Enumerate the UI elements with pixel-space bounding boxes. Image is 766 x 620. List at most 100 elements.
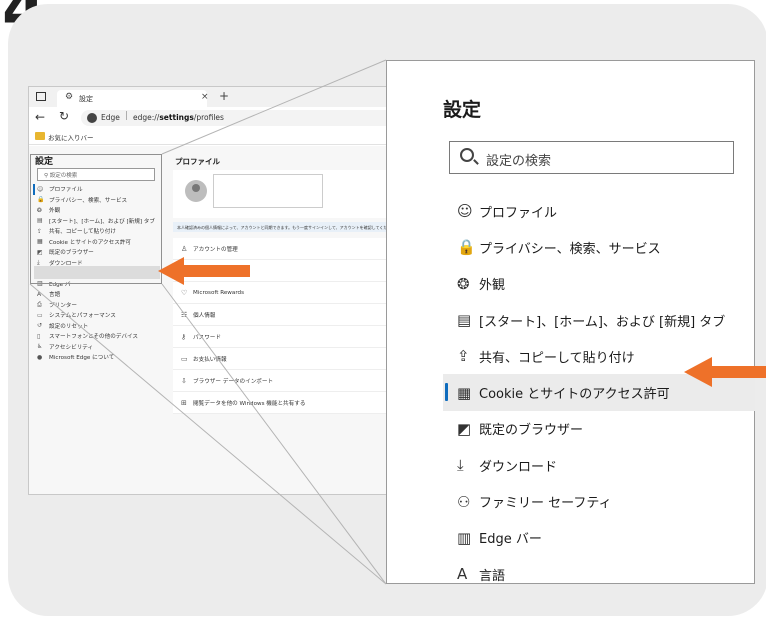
sidebar-item-label: システムとパフォーマンス <box>49 313 116 320</box>
reset-icon: ↺ <box>37 322 43 330</box>
zoom-sidebar-item-label: プロファイル <box>479 205 558 221</box>
url-edge-label: Edge <box>101 113 120 122</box>
profile-icon: ☺ <box>457 202 473 221</box>
profile-note: 本人確認済みの個人情報によって、アカウントと同期できます。もう一度サインインして… <box>173 222 389 232</box>
profile-option[interactable]: ♡ Microsoft Rewards <box>173 282 389 304</box>
zoomed-settings-panel: 設定 設定の検索 ☺ プロファイル 🔒 プライバシー、検索、サービス ❂ 外観 ▤ [スタート… <box>386 60 755 584</box>
tab-settings[interactable]: ⚙ 設定 × <box>57 90 209 107</box>
profile-option-label: Microsoft Rewards <box>193 289 244 296</box>
import-icon: ⇩ <box>181 376 187 385</box>
profile-option-label: パスワード <box>193 334 221 341</box>
profile-option[interactable]: ⇩ ブラウザー データのインポート <box>173 370 389 392</box>
refresh-icon[interactable]: ↻ <box>59 109 69 123</box>
sidebar-item[interactable]: ♿ アクセシビリティ <box>33 342 165 353</box>
sidebar-item-label: Microsoft Edge について <box>49 355 115 362</box>
profile-option[interactable]: ⚷ パスワード <box>173 326 389 348</box>
zoom-sidebar-item[interactable]: ⤓ ダウンロード <box>443 447 755 483</box>
url-text: edge://settings/profiles <box>133 113 224 122</box>
language-icon: A <box>457 565 468 584</box>
orange-arrow-large <box>684 357 766 387</box>
accessibility-icon: ♿ <box>37 343 43 351</box>
back-arrow-icon[interactable]: ← <box>35 110 45 124</box>
family-icon: ⚇ <box>457 492 471 511</box>
appearance-icon: ❂ <box>457 274 470 293</box>
zoom-sidebar-item[interactable]: ▥ Edge バー <box>443 520 755 556</box>
sidebar-item[interactable]: ⎙ プリンター <box>33 300 165 311</box>
zoom-sidebar-item[interactable]: ☺ プロファイル <box>443 193 755 229</box>
zoom-sidebar-item[interactable]: A 言語 <box>443 556 755 592</box>
sidebar-item[interactable]: A 言語 <box>33 289 165 300</box>
sidebar-item[interactable]: ▭ システムとパフォーマンス <box>33 310 165 321</box>
language-icon: A <box>37 290 42 298</box>
zoom-sidebar-item-label: 既定のブラウザー <box>479 423 584 439</box>
zoom-sidebar-item[interactable]: ⚇ ファミリー セーフティ <box>443 483 755 519</box>
page-title: プロファイル <box>175 157 220 166</box>
zoom-sidebar-item-label: ダウンロード <box>479 459 558 475</box>
start-tab-icon: ▤ <box>457 311 472 330</box>
profile-option-label: 閲覧データを他の Windows 機能と共有する <box>193 400 306 407</box>
browser-icon: ◩ <box>457 419 472 438</box>
favorites-bar: お気に入りバー <box>29 129 389 145</box>
zoom-sidebar-item[interactable]: ▤ [スタート]、[ホーム]、および [新規] タブ <box>443 302 755 338</box>
share-icon: ⇪ <box>457 347 470 366</box>
rewards-icon: ♡ <box>181 288 188 297</box>
profile-name-box <box>213 174 323 208</box>
zoom-sidebar-item-label: 共有、コピーして貼り付け <box>479 350 635 366</box>
avatar <box>185 180 207 202</box>
sidebar-item-label: スマートフォンとその他のデバイス <box>49 334 138 341</box>
zoom-search-input[interactable]: 設定の検索 <box>449 141 734 174</box>
profile-option-label: アカウントの管理 <box>193 246 238 253</box>
download-icon: ⤓ <box>457 456 464 475</box>
url-field[interactable]: Edge | edge://settings/profiles <box>81 110 389 126</box>
focus-rectangle <box>30 154 162 284</box>
edge-logo-icon: ● <box>37 353 43 361</box>
gear-icon: ⚙ <box>65 92 74 102</box>
zoom-sidebar-item[interactable]: ❂ 外観 <box>443 266 755 302</box>
zoom-sidebar-item[interactable]: ◩ 既定のブラウザー <box>443 411 755 447</box>
zoom-search-placeholder: 設定の検索 <box>486 154 552 169</box>
profile-option[interactable]: ☷ 個人情報 <box>173 304 389 326</box>
card-icon: ▭ <box>181 354 188 363</box>
close-icon[interactable]: × <box>201 92 209 102</box>
printer-icon: ⎙ <box>37 300 42 308</box>
zoom-sidebar-item-label: 外観 <box>479 278 506 294</box>
personal-info-icon: ☷ <box>181 310 188 319</box>
windows-icon: ⊞ <box>181 398 187 407</box>
zoom-settings-title: 設定 <box>443 99 482 121</box>
new-tab-icon[interactable]: + <box>219 89 229 103</box>
system-icon: ▭ <box>37 311 43 319</box>
sidebar-item-label: 設定のリセット <box>49 323 89 330</box>
folder-icon <box>35 132 45 140</box>
profile-card <box>173 170 389 218</box>
favorites-label[interactable]: お気に入りバー <box>48 132 94 142</box>
lock-icon: 🔒 <box>457 238 476 257</box>
tab-bar: ⚙ 設定 × + <box>29 87 389 107</box>
profile-option[interactable]: ▭ お支払い情報 <box>173 348 389 370</box>
zoom-sidebar-item[interactable]: 🔒 プライバシー、検索、サービス <box>443 229 755 265</box>
browser-window: ⚙ 設定 × + ← ↻ Edge | edge://settings/prof… <box>28 86 390 495</box>
profile-page: プロファイル 本人確認済みの個人情報によって、アカウントと同期できます。もう一度… <box>167 146 389 494</box>
zoom-sidebar-item-label: [スタート]、[ホーム]、および [新規] タブ <box>479 314 726 330</box>
zoom-sidebar-list: ☺ プロファイル 🔒 プライバシー、検索、サービス ❂ 外観 ▤ [スタート]、[ホーム]、お… <box>443 193 755 592</box>
edge-logo-icon <box>87 113 97 123</box>
profile-option[interactable]: ⊞ 閲覧データを他の Windows 機能と共有する <box>173 392 389 414</box>
zoom-sidebar-item-label: ファミリー セーフティ <box>479 496 612 512</box>
sidebar-item[interactable]: ↺ 設定のリセット <box>33 321 165 332</box>
profile-option-label: ブラウザー データのインポート <box>193 378 274 385</box>
key-icon: ⚷ <box>181 332 187 341</box>
url-separator: | <box>125 111 129 121</box>
search-icon <box>460 148 474 162</box>
window-menu-icon[interactable] <box>36 92 46 101</box>
cookie-icon: ▦ <box>457 383 472 402</box>
account-icon: ♙ <box>181 244 188 253</box>
tab-title: 設定 <box>79 95 93 103</box>
orange-arrow-small <box>158 257 250 285</box>
zoom-sidebar-item-label: 言語 <box>479 568 506 584</box>
sidebar-item-label: 言語 <box>49 292 61 299</box>
zoom-sidebar-item-label: プライバシー、検索、サービス <box>479 241 661 257</box>
edge-bar-icon: ▥ <box>457 528 472 547</box>
sidebar-item[interactable]: ▯ スマートフォンとその他のデバイス <box>33 331 165 342</box>
profile-option-label: 個人情報 <box>193 312 216 319</box>
zoom-sidebar-item-label: Edge バー <box>479 532 542 548</box>
sidebar-item[interactable]: ● Microsoft Edge について <box>33 352 165 363</box>
